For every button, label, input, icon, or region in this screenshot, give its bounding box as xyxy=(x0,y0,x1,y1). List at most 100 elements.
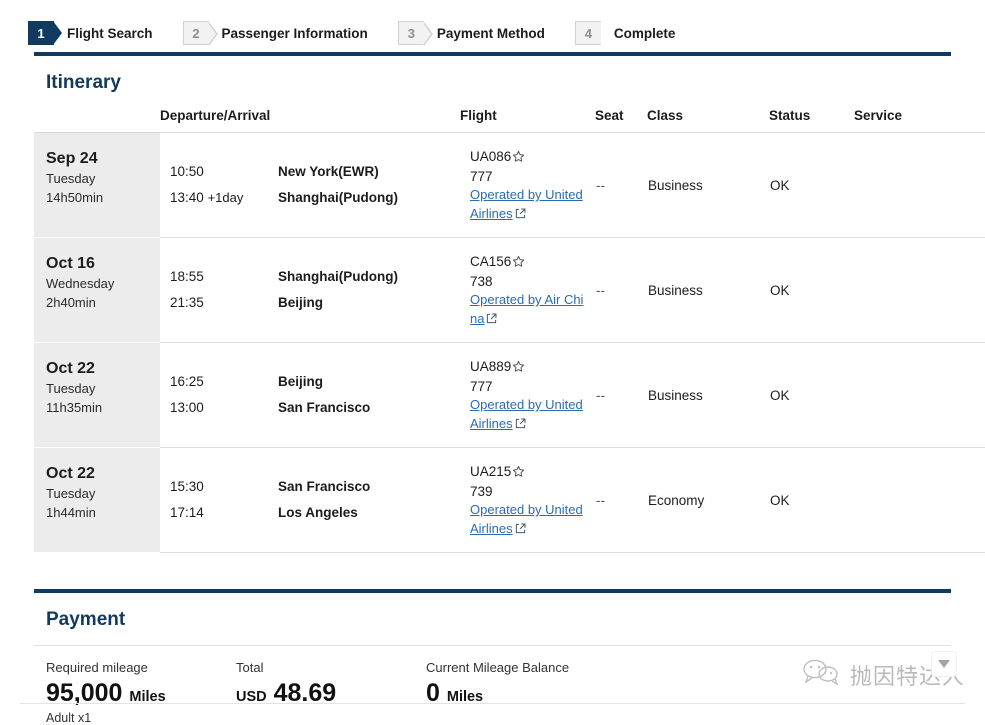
flight-number: UA889 xyxy=(470,359,512,375)
departure-time: 10:50 xyxy=(170,159,278,185)
step-2-number: 2 xyxy=(192,25,200,41)
col-header-status: Status xyxy=(769,108,854,133)
row-date: Sep 24 xyxy=(46,150,98,167)
departure-time-value: 15:30 xyxy=(170,479,204,495)
step-1-badge: 1 xyxy=(28,21,62,45)
arrival-leg: 13:00 San Francisco xyxy=(170,395,460,421)
progress-steps: 1 Flight Search 2 Passenger Information … xyxy=(0,0,985,52)
step-1-label: Flight Search xyxy=(67,25,153,41)
flight-number-line: CA156 xyxy=(470,252,589,272)
arrival-time: 13:40 +1day xyxy=(170,185,278,211)
departure-time: 15:30 xyxy=(170,474,278,500)
col-header-flight: Flight xyxy=(460,108,595,133)
arrival-leg: 17:14 Los Angeles xyxy=(170,500,460,526)
departure-leg: 16:25 Beijing xyxy=(170,369,460,395)
arrival-day-offset: +1day xyxy=(207,190,244,206)
external-link-icon[interactable] xyxy=(515,208,526,219)
itinerary-table: Departure/Arrival Flight Seat Class Stat… xyxy=(34,108,985,554)
col-header-date xyxy=(34,108,160,133)
col-header-service: Service xyxy=(854,108,985,133)
payment-panel: Payment Required mileage 95,000 Miles Ad… xyxy=(14,589,971,725)
itinerary-header-row: Departure/Arrival Flight Seat Class Stat… xyxy=(34,108,985,133)
flight-number: UA086 xyxy=(470,149,512,164)
row-date: Oct 16 xyxy=(46,255,95,273)
arrival-time-value: 13:40 xyxy=(170,190,204,206)
arrival-airport: Shanghai(Pudong) xyxy=(278,190,398,206)
star-icon[interactable] xyxy=(512,360,525,373)
step-3-label: Payment Method xyxy=(436,25,545,41)
mileage-balance-label: Current Mileage Balance xyxy=(426,660,570,676)
arrival-airport: San Francisco xyxy=(278,400,371,416)
col-header-departure-arrival: Departure/Arrival xyxy=(160,108,460,133)
arrival-time: 13:00 xyxy=(170,395,278,421)
step-3-badge: 3 xyxy=(397,21,433,46)
step-1-arrow xyxy=(53,21,62,45)
row-date: Oct 22 xyxy=(46,360,95,378)
row-departure-arrival-cell: 16:25 Beijing 13:00 San Francisco xyxy=(160,342,460,449)
departure-airport: Beijing xyxy=(278,374,324,390)
departure-time-value: 16:25 xyxy=(170,374,204,390)
row-weekday: Tuesday xyxy=(46,486,96,502)
operated-by-line: Operated by United Airlines xyxy=(470,186,589,223)
step-4-badge: 4 xyxy=(574,21,601,45)
operated-by-link[interactable]: Operated by United Airlines xyxy=(470,187,583,220)
row-date-cell: Oct 22 Tuesday 1h44min xyxy=(34,447,160,554)
step-complete[interactable]: 4 Complete xyxy=(574,21,676,45)
payment-summary: Required mileage 95,000 Miles Adult x1 T… xyxy=(14,646,971,725)
row-status-cell: OK xyxy=(769,342,854,449)
aircraft-type: 738 xyxy=(470,273,493,289)
step-payment-method[interactable]: 3 Payment Method xyxy=(397,21,545,46)
aircraft-type: 739 xyxy=(470,483,493,499)
row-date-cell: Oct 16 Wednesday 2h40min xyxy=(34,237,160,344)
departure-leg: 15:30 San Francisco xyxy=(170,474,460,500)
row-service-cell xyxy=(854,447,985,554)
row-seat-cell: -- xyxy=(595,132,647,239)
departure-airport: New York(EWR) xyxy=(278,164,379,180)
row-flight-cell: CA156 738 Operated by Air China xyxy=(460,237,595,344)
row-seat-cell: -- xyxy=(595,447,647,554)
itinerary-panel: Itinerary Departure/Arrival Flight Seat … xyxy=(14,52,985,554)
arrival-leg: 13:40 +1day Shanghai(Pudong) xyxy=(170,185,460,211)
step-1-number: 1 xyxy=(37,25,45,41)
row-seat-cell: -- xyxy=(595,237,647,344)
table-row: Sep 24 Tuesday 14h50min 10:50 New York(EWR)… xyxy=(34,132,985,239)
mileage-balance-block: Current Mileage Balance 0 Miles xyxy=(426,660,676,725)
star-icon[interactable] xyxy=(512,150,525,163)
arrival-leg: 21:35 Beijing xyxy=(170,290,460,316)
payment-title: Payment xyxy=(46,609,126,631)
row-flight-cell: UA889 777 Operated by United Airlines xyxy=(460,342,595,449)
row-duration: 1h44min xyxy=(46,505,96,521)
required-mileage-label: Required mileage xyxy=(46,660,148,676)
arrival-airport: Los Angeles xyxy=(278,505,358,521)
row-class-cell: Business xyxy=(647,342,769,449)
flight-number-line: UA086 xyxy=(470,147,589,167)
operated-by-link[interactable]: Operated by United Airlines xyxy=(470,502,583,535)
step-4-label: Complete xyxy=(613,25,676,41)
operated-by-line: Operated by United Airlines xyxy=(470,501,589,538)
external-link-icon[interactable] xyxy=(515,418,526,429)
flight-number-line: UA215 xyxy=(470,462,589,482)
external-link-icon[interactable] xyxy=(515,523,526,534)
row-weekday: Tuesday xyxy=(46,171,96,187)
row-weekday: Tuesday xyxy=(46,381,96,397)
step-2-label: Passenger Information xyxy=(221,25,368,41)
operated-by-link[interactable]: Operated by United Airlines xyxy=(470,397,583,430)
flight-number: UA215 xyxy=(470,464,512,480)
aircraft-type: 777 xyxy=(470,378,493,394)
required-mileage-block: Required mileage 95,000 Miles Adult x1 xyxy=(46,660,236,725)
itinerary-title: Itinerary xyxy=(46,72,121,93)
total-label: Total xyxy=(236,660,264,676)
star-icon[interactable] xyxy=(512,255,525,268)
departure-airport: Shanghai(Pudong) xyxy=(278,269,398,285)
external-link-icon[interactable] xyxy=(486,313,497,324)
step-flight-search[interactable]: 1 Flight Search xyxy=(28,21,153,45)
star-icon[interactable] xyxy=(512,465,525,478)
row-duration: 2h40min xyxy=(46,295,96,311)
step-3-arrow-inner xyxy=(422,23,431,45)
arrival-time-value: 13:00 xyxy=(170,400,204,416)
row-departure-arrival-cell: 15:30 San Francisco 17:14 Los Angeles xyxy=(160,447,460,554)
departure-leg: 10:50 New York(EWR) xyxy=(170,159,460,185)
step-passenger-information[interactable]: 2 Passenger Information xyxy=(182,21,368,46)
total-block: Total USD 48.69 xyxy=(236,660,426,725)
arrival-time-value: 17:14 xyxy=(170,505,204,521)
